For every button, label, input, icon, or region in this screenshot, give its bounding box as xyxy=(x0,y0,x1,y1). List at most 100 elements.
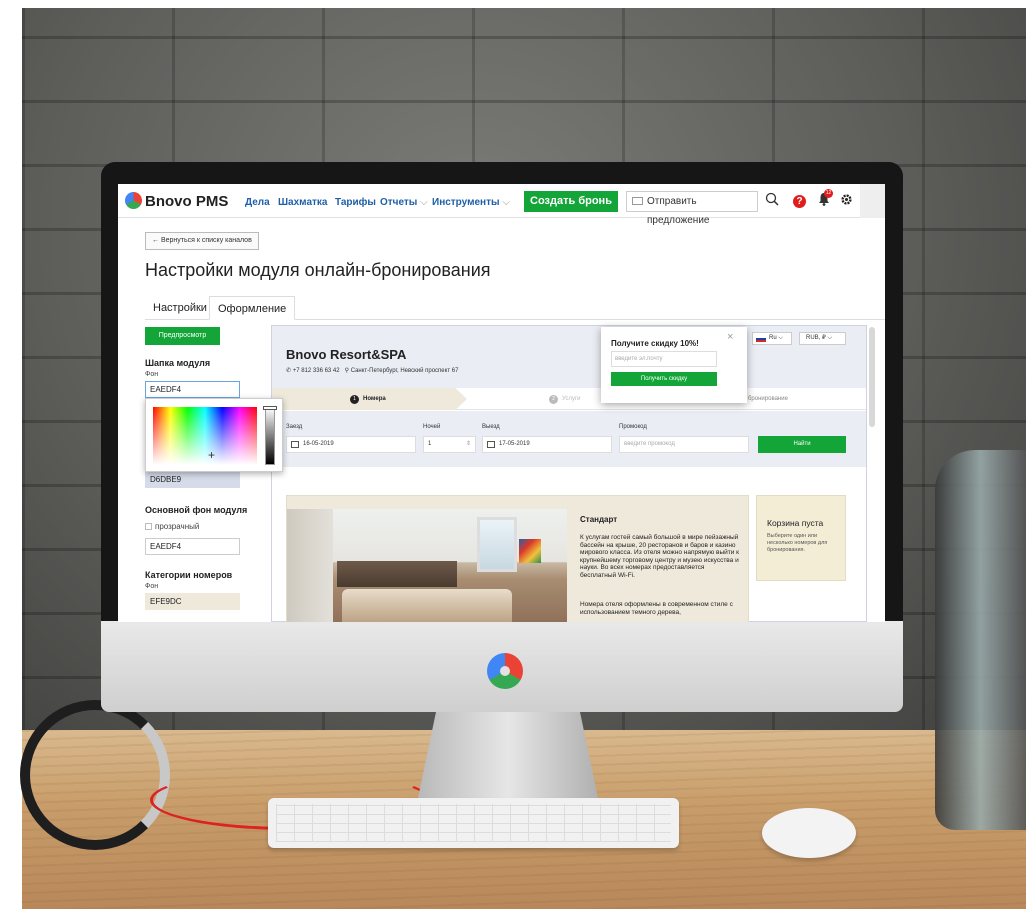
back-to-channels-button[interactable]: ← Вернуться к списку каналов xyxy=(145,232,259,250)
email-field[interactable]: введите эл.почту xyxy=(611,351,717,367)
nav-tasks[interactable]: Дела xyxy=(245,197,270,208)
search-form: Заезд 16-05-2019 Ночей 1 ⇕ Выезд 17-05-20… xyxy=(272,411,866,467)
preview-button[interactable]: Предпросмотр xyxy=(145,327,220,345)
nights-stepper[interactable]: 1 ⇕ xyxy=(423,436,476,453)
phone-icon: ✆ xyxy=(286,368,292,374)
crosshair-icon[interactable]: + xyxy=(208,449,215,461)
top-navigation: Bnovo PMS Дела Шахматка Тарифы Отчеты ⌵ … xyxy=(118,184,885,226)
checkout-input[interactable]: 17-05-2019 xyxy=(482,436,612,453)
find-button[interactable]: Найти xyxy=(758,436,846,453)
stepper-arrows-icon[interactable]: ⇕ xyxy=(466,437,471,452)
transparent-checkbox[interactable]: прозрачный xyxy=(145,522,199,531)
chevron-down-icon: ⌵ xyxy=(502,197,510,208)
transparent-label: прозрачный xyxy=(155,522,200,531)
send-offer-button[interactable]: Отправить предложение xyxy=(626,191,758,226)
promo-label: Промокод xyxy=(619,424,647,430)
room-category-card: Стандарт К услугам гостей самый большой … xyxy=(286,495,749,622)
checkin-input[interactable]: 16-05-2019 xyxy=(286,436,416,453)
color-saturation-area[interactable] xyxy=(153,407,257,465)
nights-label: Ночей xyxy=(423,424,441,430)
calendar-icon xyxy=(487,441,495,448)
header-section-title: Шапка модуля xyxy=(145,358,211,368)
brand-name[interactable]: Bnovo PMS xyxy=(145,193,228,210)
calendar-icon xyxy=(291,441,299,448)
discount-popup: Получите скидку 10%! × введите эл.почту … xyxy=(601,327,747,403)
room-photo-headboard xyxy=(337,561,457,587)
room-photo-window xyxy=(477,517,517,572)
header-bg-label: Фон xyxy=(145,371,159,378)
step-label-rooms: Номера xyxy=(363,396,386,402)
brightness-slider[interactable] xyxy=(265,407,275,465)
room-description: К услугам гостей самый большой в мире пе… xyxy=(580,534,740,579)
checkin-value: 16-05-2019 xyxy=(303,441,334,447)
monitor-stand xyxy=(418,712,598,798)
checkout-label: Выезд xyxy=(482,424,500,430)
speaker xyxy=(935,450,1026,830)
nav-right-strip xyxy=(860,184,885,218)
header-secondary-color-input[interactable]: D6DBE9 xyxy=(145,471,240,488)
step-number-1: 1 xyxy=(350,395,359,404)
checkin-label: Заезд xyxy=(286,424,303,430)
language-value: Ru xyxy=(769,335,777,341)
nav-reports[interactable]: Отчеты ⌵ xyxy=(380,197,428,208)
promo-input[interactable]: введите промокод xyxy=(619,436,749,453)
cart-description: Выберите один или несколько номеров для … xyxy=(767,533,828,553)
keyboard xyxy=(268,798,679,848)
send-offer-label: Отправить предложение xyxy=(647,196,710,226)
tab-settings[interactable]: Настройки xyxy=(145,296,215,320)
nav-rates[interactable]: Тарифы xyxy=(335,197,376,208)
search-icon[interactable] xyxy=(763,192,781,210)
booking-steps: 1 Номера 2 Услуги бронирование xyxy=(272,388,866,410)
tab-design[interactable]: Оформление xyxy=(209,296,296,320)
step-number-2: 2 xyxy=(549,395,558,404)
categories-bg-input[interactable]: EFE9DC xyxy=(145,593,240,610)
currency-select[interactable]: RUB, ₽ ⌵ xyxy=(799,332,846,345)
help-icon[interactable]: ? xyxy=(793,195,806,208)
step-label-booking[interactable]: бронирование xyxy=(748,396,788,402)
page-title: Настройки модуля онлайн-бронирования xyxy=(145,260,491,280)
create-booking-button[interactable]: Создать бронь xyxy=(524,191,618,212)
room-description-continued: Номера отеля оформлены в современном сти… xyxy=(580,601,733,616)
mouse xyxy=(762,808,856,858)
mail-icon xyxy=(632,197,643,205)
header-bg-input[interactable]: EAEDF4 xyxy=(145,381,240,398)
notification-count-badge: 12 xyxy=(824,189,833,198)
gear-icon[interactable] xyxy=(837,192,855,210)
language-select[interactable]: Ru ⌵ xyxy=(752,332,792,345)
main-bg-input[interactable]: EAEDF4 xyxy=(145,538,240,555)
room-photo-artwork xyxy=(519,539,541,563)
hotel-contacts: ✆ +7 812 336 63 42 ⚲ Санкт-Петербург, Не… xyxy=(286,367,458,374)
room-photo-wall xyxy=(287,509,333,622)
room-photo[interactable] xyxy=(287,509,567,622)
photo-scene: Bnovo PMS Дела Шахматка Тарифы Отчеты ⌵ … xyxy=(0,0,1026,909)
nights-value: 1 xyxy=(428,441,432,447)
room-title[interactable]: Стандарт xyxy=(580,515,617,524)
module-header: Bnovo Resort&SPA ✆ +7 812 336 63 42 ⚲ Са… xyxy=(272,326,866,388)
booking-module-preview: Bnovo Resort&SPA ✆ +7 812 336 63 42 ⚲ Са… xyxy=(271,325,867,622)
bnovo-logo-icon xyxy=(487,653,523,689)
hotel-name: Bnovo Resort&SPA xyxy=(286,347,407,362)
preview-scrollbar[interactable] xyxy=(869,327,875,427)
monitor-screen: Bnovo PMS Дела Шахматка Тарифы Отчеты ⌵ … xyxy=(118,184,885,622)
hotel-address: Санкт-Петербург, Невский проспект 67 xyxy=(350,368,459,374)
flag-icon xyxy=(756,336,766,342)
step-label-services[interactable]: Услуги xyxy=(562,396,580,402)
cart-title: Корзина пуста xyxy=(767,518,824,528)
popup-title: Получите скидку 10%! xyxy=(611,339,699,348)
nav-tools[interactable]: Инструменты ⌵ xyxy=(432,197,510,208)
close-icon[interactable]: × xyxy=(727,331,733,343)
nav-chessboard[interactable]: Шахматка xyxy=(278,197,327,208)
settings-tabs: Настройки Оформление xyxy=(145,296,885,320)
headphones xyxy=(20,700,170,850)
chevron-down-icon: ⌵ xyxy=(420,197,428,208)
get-discount-button[interactable]: Получить скидку xyxy=(611,372,717,386)
categories-section-title: Категории номеров xyxy=(145,570,233,580)
checkbox-box[interactable] xyxy=(145,523,152,530)
cart-panel: Корзина пуста Выберите один или нескольк… xyxy=(756,495,846,581)
hotel-phone: +7 812 336 63 42 xyxy=(292,368,340,374)
brightness-slider-handle[interactable] xyxy=(263,406,277,410)
main-bg-section-title: Основной фон модуля xyxy=(145,505,248,515)
brand-logo-icon[interactable] xyxy=(125,192,142,209)
color-picker: + xyxy=(145,398,283,472)
checkout-value: 17-05-2019 xyxy=(499,441,530,447)
